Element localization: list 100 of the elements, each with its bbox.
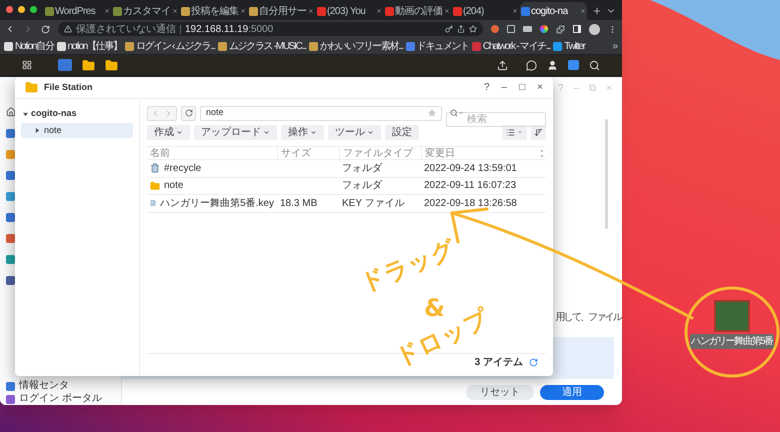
bookmark-item[interactable]: Twitter: [553, 38, 585, 54]
file-row[interactable]: ハンガリー舞曲第5番.key 18.3 MB KEY ファイル 2022-09-18 13:26:58: [147, 195, 546, 212]
close-window-icon[interactable]: [6, 6, 13, 13]
favorite-star-icon[interactable]: [428, 109, 436, 117]
window-control[interactable]: □: [519, 80, 526, 95]
share-icon[interactable]: [457, 25, 465, 33]
settings-category-icon[interactable]: [6, 276, 15, 285]
address-bar[interactable]: 保護されていない通信 192.168.11.19:5000: [58, 22, 483, 36]
widgets-icon[interactable]: [568, 60, 579, 70]
path-field[interactable]: note: [200, 106, 442, 120]
side-panel-icon[interactable]: [573, 25, 581, 33]
close-tab-icon[interactable]: [444, 8, 450, 14]
browser-tab[interactable]: (204): [452, 2, 519, 20]
table-cell-text: 2022-09-11 16:07:23: [423, 179, 518, 194]
search-field[interactable]: 検索: [446, 112, 546, 126]
caret-icon: [310, 128, 317, 136]
toolbar-button[interactable]: 作成: [147, 124, 190, 140]
extensions-icon[interactable]: [556, 24, 565, 34]
favicon-icon: [113, 6, 122, 16]
toolbar-button[interactable]: アップロード: [194, 124, 277, 140]
close-tab-icon[interactable]: [376, 8, 382, 14]
browser-tab[interactable]: 自分用サー: [248, 2, 315, 20]
bookmark-item[interactable]: Chatwork - マイチ...: [472, 38, 550, 54]
more-bookmarks-button[interactable]: »: [612, 38, 618, 54]
bookmark-item[interactable]: かわいいフリー素材...: [308, 38, 403, 54]
folder-icon[interactable]: [82, 58, 95, 72]
settings-category-icon[interactable]: [6, 171, 15, 180]
minimize-window-icon[interactable]: [18, 6, 25, 13]
window-control[interactable]: ×: [537, 80, 543, 95]
window-control[interactable]: –: [502, 80, 508, 95]
user-icon[interactable]: [547, 60, 558, 70]
file-row[interactable]: note フォルダ 2022-09-11 16:07:23: [147, 178, 546, 195]
bookmark-item[interactable]: ムジクラス -MUSIC...: [218, 38, 306, 54]
file-station-icon: [25, 81, 38, 94]
maximize-window-icon[interactable]: [30, 6, 37, 13]
column-header[interactable]: サイズ: [277, 146, 339, 160]
upload-icon[interactable]: [497, 60, 508, 70]
caret-icon: [367, 128, 374, 136]
tree-item[interactable]: cogito-nas: [21, 107, 133, 121]
bookmark-item[interactable]: ログイン ‹ ムジクラ...: [124, 38, 215, 54]
reset-button[interactable]: リセット: [466, 384, 534, 400]
column-header[interactable]: ファイルタイプ: [339, 146, 421, 160]
new-tab-icon[interactable]: [592, 6, 602, 16]
profile-avatar[interactable]: [589, 24, 600, 34]
apply-button[interactable]: 適用: [540, 384, 604, 400]
notification-icon[interactable]: [526, 60, 537, 70]
browser-tab[interactable]: WordPres: [44, 2, 111, 20]
hint-text: 用して、ファイル: [555, 311, 622, 325]
caret-icon: [517, 129, 523, 135]
tab-title: 動画の評価: [395, 4, 443, 18]
toolbar-button[interactable]: 操作: [281, 124, 324, 140]
key-icon[interactable]: [445, 25, 453, 33]
favicon-icon: [406, 42, 415, 50]
close-tab-icon[interactable]: [172, 8, 178, 14]
bookmark-item[interactable]: ドキュメント: [406, 38, 469, 54]
settings-category-icon[interactable]: [6, 192, 15, 201]
nav-item[interactable]: 情報センタ: [6, 380, 121, 392]
view-mode-button[interactable]: [502, 124, 527, 140]
file-row[interactable]: #recycle フォルダ 2022-09-24 13:59:01: [147, 160, 546, 178]
toolbar-button[interactable]: ツール: [328, 124, 381, 140]
search-icon[interactable]: [589, 60, 600, 70]
bookmark-item[interactable]: Notion自分: [4, 38, 54, 54]
sort-button[interactable]: [531, 124, 546, 140]
search-icon: [450, 109, 458, 117]
settings-category-icon[interactable]: [6, 129, 15, 138]
browser-tab[interactable]: 投稿を編集: [180, 2, 247, 20]
table-cell-text: フォルダ: [341, 179, 384, 194]
tab-title: cogito-na: [531, 4, 570, 18]
close-tab-icon[interactable]: [104, 8, 110, 14]
favicon-icon: [385, 6, 394, 16]
close-tab-icon[interactable]: [580, 8, 586, 14]
column-header[interactable]: 変更日: [421, 146, 541, 160]
reload-icon[interactable]: [41, 24, 50, 34]
favicon-icon: [521, 6, 530, 16]
close-tab-icon[interactable]: [512, 8, 518, 14]
main-menu-icon[interactable]: [22, 60, 32, 70]
close-tab-icon[interactable]: [308, 8, 314, 14]
security-label: 保護されていない通信: [76, 22, 176, 36]
close-tab-icon[interactable]: [240, 8, 246, 14]
bookmark-item[interactable]: notion【仕事】: [56, 38, 122, 54]
settings-category-icon[interactable]: [6, 213, 15, 222]
toolbar-button[interactable]: 設定: [385, 124, 419, 140]
browser-tab[interactable]: 動画の評価: [384, 2, 451, 20]
settings-category-icon[interactable]: [6, 234, 15, 243]
browser-tab[interactable]: cogito-na: [520, 2, 587, 20]
nav-item[interactable]: ログイン ポータル: [6, 393, 121, 405]
favicon-icon: [124, 42, 134, 50]
browser-tab[interactable]: (203) You: [316, 2, 383, 20]
column-header[interactable]: 名前: [147, 146, 277, 160]
bookmark-star-icon[interactable]: [469, 25, 477, 33]
home-icon[interactable]: [6, 107, 16, 117]
caret-icon: [176, 128, 183, 136]
table-cell: ハンガリー舞曲第5番.key: [147, 196, 277, 211]
refresh-icon[interactable]: [529, 358, 538, 366]
window-control[interactable]: ?: [484, 80, 490, 95]
settings-category-icon[interactable]: [6, 255, 15, 264]
browser-tab[interactable]: カスタマイ: [112, 2, 179, 20]
refresh-button[interactable]: [181, 106, 196, 120]
tree-item[interactable]: note: [21, 123, 133, 138]
folder-icon[interactable]: [105, 58, 118, 72]
